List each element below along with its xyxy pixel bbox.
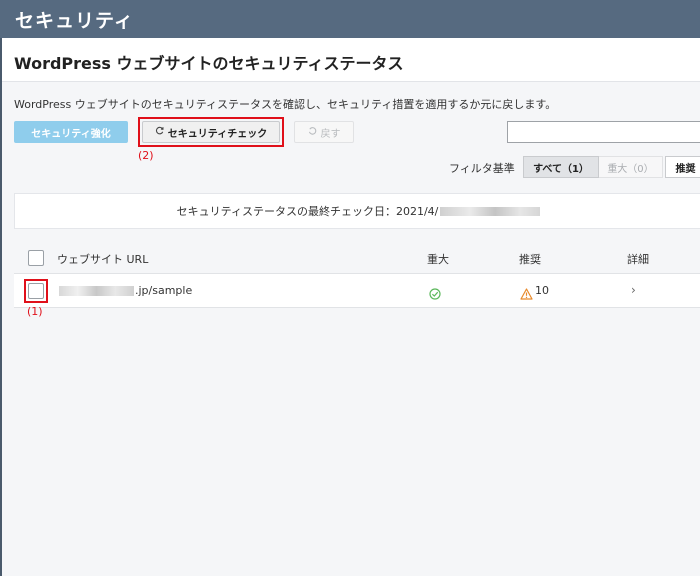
redacted-timestamp [440, 206, 541, 216]
filter-recommended-button[interactable]: 推奨 [665, 156, 700, 178]
filter-critical-button[interactable]: 重大（0） [599, 156, 663, 178]
table-header: ウェブサイト URL 重大 推奨 詳細 [14, 241, 700, 274]
app-title: セキュリティ [15, 10, 134, 32]
site-url[interactable]: .jp/sample [59, 284, 192, 297]
security-check-button[interactable]: セキュリティチェック [142, 121, 280, 143]
last-check-status: セキュリティステータスの最終チェック日：2021/4/ [14, 193, 700, 229]
search-input[interactable] [507, 121, 700, 143]
annotation-label-2: (2) [138, 149, 154, 162]
chevron-right-icon[interactable]: › [631, 283, 636, 297]
undo-button[interactable]: 戻す [294, 121, 354, 143]
table-row[interactable]: .jp/sample 10 › [14, 274, 700, 308]
security-check-label: セキュリティチェック [167, 128, 268, 140]
refresh-icon [155, 126, 164, 138]
checkbox-highlight [24, 279, 48, 303]
select-all-checkbox[interactable] [28, 250, 44, 266]
redacted-domain [59, 286, 134, 296]
last-check-label: セキュリティステータスの最終チェック日：2021/4/ [176, 205, 439, 218]
column-header-critical: 重大 [427, 253, 449, 266]
filter-label: フィルタ基準 [449, 162, 515, 175]
sites-table: ウェブサイト URL 重大 推奨 詳細 .jp/sample 10 › [14, 241, 700, 308]
check-circle-icon [429, 285, 441, 304]
column-header-recommended: 推奨 [519, 253, 541, 266]
panel-header: WordPress ウェブサイトのセキュリティステータス [2, 38, 700, 82]
filter-all-button[interactable]: すべて（1） [523, 156, 599, 178]
undo-label: 戻す [320, 128, 341, 140]
recommended-count: 10 [535, 284, 549, 297]
app-titlebar: セキュリティ [0, 0, 700, 38]
column-header-url: ウェブサイト URL [57, 253, 149, 266]
column-header-details: 詳細 [627, 253, 649, 266]
panel-description: WordPress ウェブサイトのセキュリティステータスを確認し、セキュリティ措… [14, 98, 557, 111]
annotation-label-1: (1) [27, 305, 43, 318]
site-url-path: .jp/sample [135, 284, 193, 297]
undo-icon [308, 126, 317, 138]
panel-title: WordPress ウェブサイトのセキュリティステータス [14, 54, 404, 73]
harden-button[interactable]: セキュリティ強化 [14, 121, 128, 143]
security-panel: WordPress ウェブサイトのセキュリティステータス WordPress ウ… [2, 38, 700, 576]
warning-triangle-icon [520, 285, 533, 304]
